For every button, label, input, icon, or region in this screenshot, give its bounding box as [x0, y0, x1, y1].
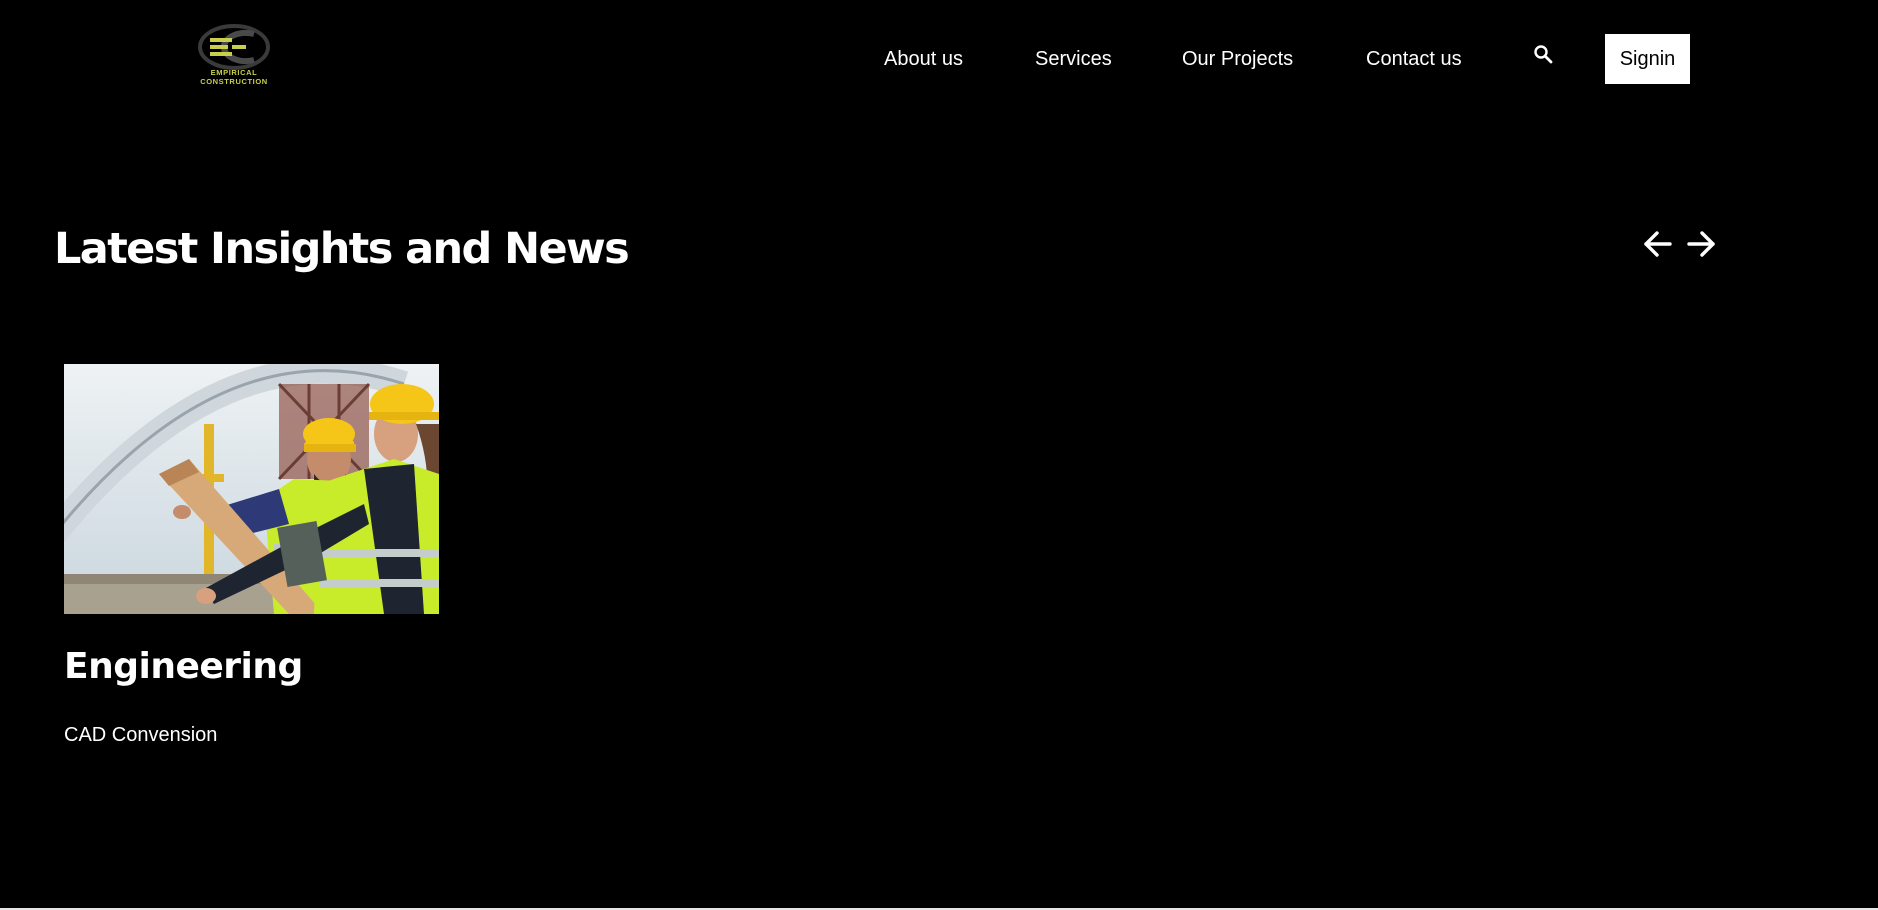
logo-mark-icon — [198, 24, 270, 70]
card-image — [64, 364, 439, 614]
section-title: Latest Insights and News — [54, 224, 630, 274]
nav-contact-us[interactable]: Contact us — [1366, 46, 1462, 72]
card-category: Engineering — [64, 646, 303, 687]
news-card[interactable]: Engineering CAD Convension — [64, 364, 439, 754]
signin-button[interactable]: Signin — [1605, 34, 1690, 84]
nav-about-us[interactable]: About us — [884, 46, 963, 72]
page: EMPIRICAL CONSTRUCTION About us Services… — [0, 0, 1878, 908]
logo-wordmark: EMPIRICAL CONSTRUCTION — [200, 68, 268, 86]
arrow-left-icon[interactable] — [1640, 226, 1676, 262]
nav-services[interactable]: Services — [1035, 46, 1112, 72]
search-icon[interactable] — [1533, 44, 1555, 66]
company-logo[interactable]: EMPIRICAL CONSTRUCTION — [196, 24, 272, 86]
arrow-right-icon[interactable] — [1683, 226, 1719, 262]
card-title[interactable]: CAD Convension — [64, 722, 217, 748]
nav-our-projects[interactable]: Our Projects — [1182, 46, 1293, 72]
